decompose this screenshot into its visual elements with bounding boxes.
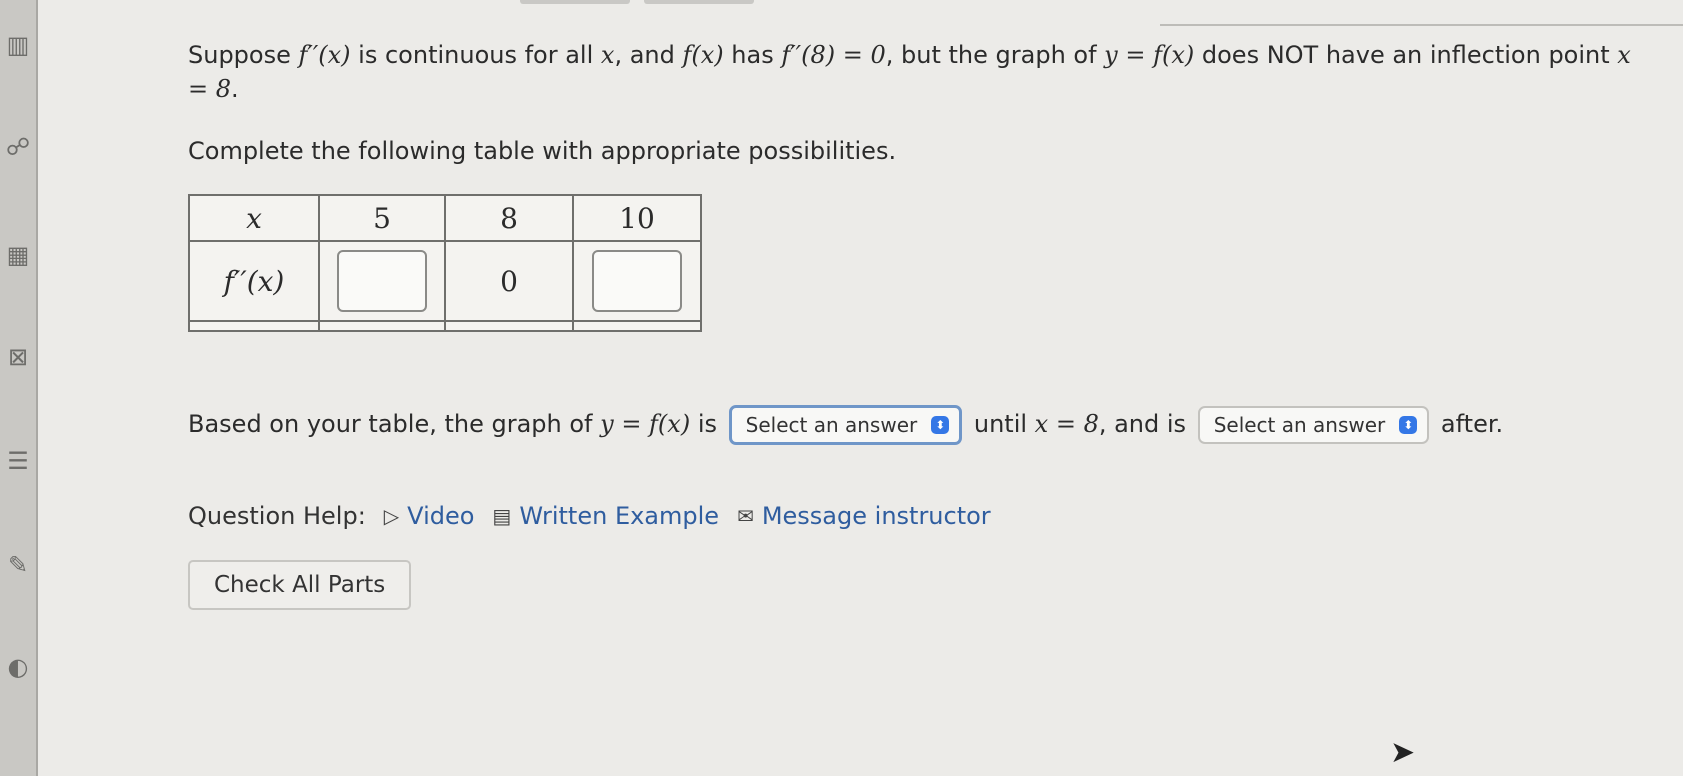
mouse-pointer-icon: ➤ [1390, 735, 1416, 770]
left-sidebar: ▥ ☍ ▦ ⊠ ☰ ✎ ◐ [0, 0, 38, 776]
table-header-row: x 5 8 10 [188, 194, 702, 242]
header-cell: 5 [318, 194, 446, 242]
instruction-text: Complete the following table with approp… [188, 137, 897, 165]
math-expression: x [600, 41, 615, 69]
chevron-updown-icon: ⬍ [1399, 416, 1418, 434]
circle-icon[interactable]: ◐ [4, 650, 32, 684]
math-expression: y = f(x) [1104, 41, 1195, 69]
list-icon[interactable]: ☰ [4, 444, 32, 478]
cell-x8: 0 [444, 240, 574, 322]
close-box-icon[interactable]: ⊠ [4, 340, 32, 374]
math-expression: f′′(8) = 0 [781, 41, 886, 69]
top-tabs [520, 0, 754, 6]
question-content: Suppose f′′(x) is continuous for all x, … [188, 38, 1648, 610]
chevron-updown-icon: ⬍ [931, 416, 950, 434]
top-tab[interactable] [520, 0, 630, 4]
header-cell: 10 [572, 194, 702, 242]
concavity-sentence: Based on your table, the graph of y = f(… [188, 402, 1648, 446]
value-table: x 5 8 10 f′′(x) 0 [188, 194, 702, 332]
video-link[interactable]: ▷ Video [384, 502, 475, 530]
written-example-link[interactable]: ▤ Written Example [492, 502, 719, 530]
top-tab[interactable] [644, 0, 754, 4]
envelope-icon: ✉ [737, 504, 754, 528]
question-help: Question Help: ▷ Video ▤ Written Example ✉… [188, 502, 1648, 530]
grid-icon[interactable]: ▦ [4, 238, 32, 272]
question-intro: Suppose f′′(x) is continuous for all x, … [188, 41, 1631, 103]
message-instructor-link[interactable]: ✉ Message instructor [737, 502, 991, 530]
math-expression: f(x) [682, 41, 724, 69]
math-expression: y = f(x) [600, 410, 691, 438]
edit-icon[interactable]: ✎ [4, 548, 32, 582]
check-all-parts-button[interactable]: Check All Parts [188, 560, 412, 610]
concavity-select-after[interactable]: Select an answer ⬍ [1197, 406, 1430, 444]
divider [1160, 24, 1683, 26]
math-expression: x = 8 [1034, 410, 1099, 438]
answer-input-x5[interactable] [337, 250, 427, 312]
header-cell: 8 [444, 194, 574, 242]
people-icon[interactable]: ☍ [4, 130, 32, 164]
cell-x10 [572, 240, 702, 322]
header-cell: x [188, 194, 320, 242]
table-row: f′′(x) 0 [188, 240, 702, 322]
play-icon: ▷ [383, 504, 400, 528]
concavity-select-before[interactable]: Select an answer ⬍ [728, 405, 963, 445]
cell-x5 [318, 240, 446, 322]
page-icon[interactable]: ▥ [4, 28, 32, 62]
help-label: Question Help: [188, 502, 366, 530]
row-label: f′′(x) [188, 240, 320, 322]
math-expression: f′′(x) [298, 41, 351, 69]
document-icon: ▤ [492, 504, 512, 528]
table-footer-row [188, 320, 702, 332]
answer-input-x10[interactable] [592, 250, 682, 312]
